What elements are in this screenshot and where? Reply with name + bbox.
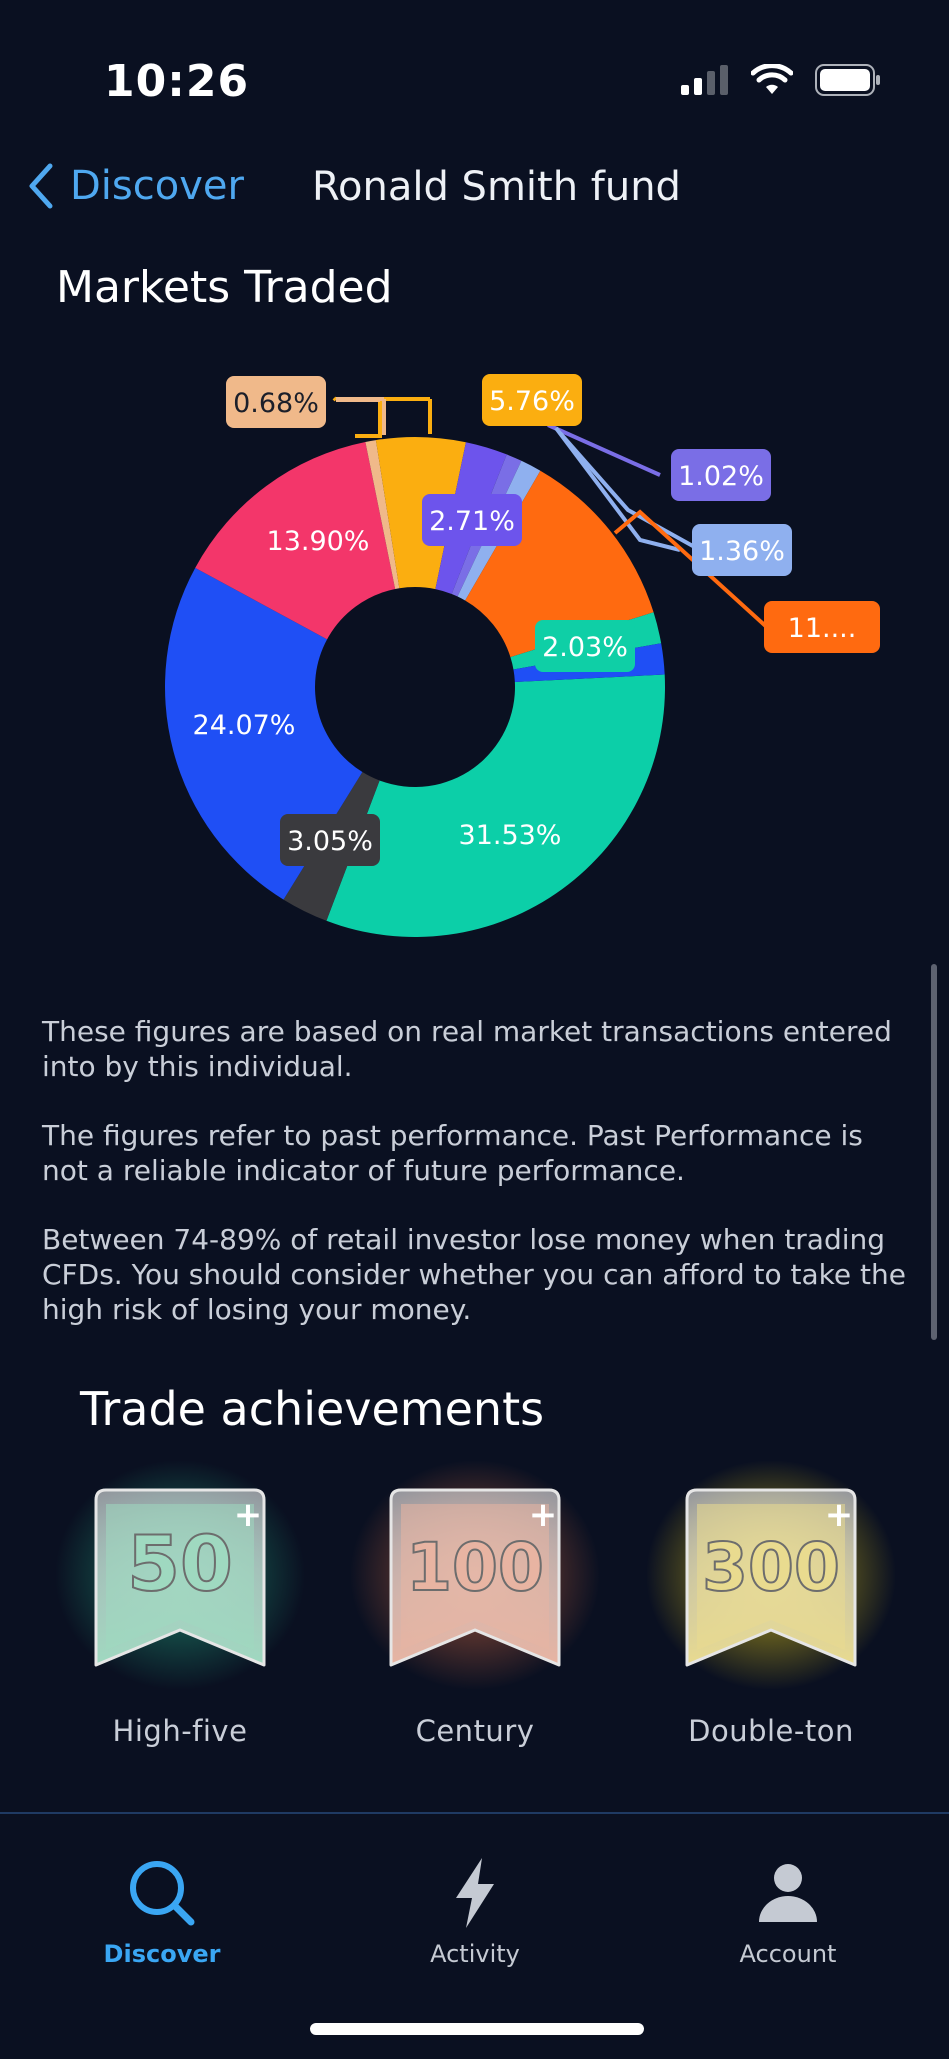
- scroll-indicator[interactable]: [931, 964, 937, 1340]
- svg-text:2.71%: 2.71%: [429, 506, 515, 537]
- leader-line: [355, 400, 382, 438]
- disclaimer-paragraph: Between 74-89% of retail investor lose m…: [42, 1223, 906, 1326]
- badge-label: High-five: [112, 1714, 248, 1748]
- donut-chart-svg: 31.53% 3.05% 24.07% 13.90% 0.68% 5.76% 2.71% 1.…: [164, 374, 880, 937]
- person-icon: [759, 1864, 817, 1922]
- badge-100-icon: + 100: [350, 1460, 600, 1690]
- achievement-badges: + 50 High-five + 100 Century + 300 Doubl…: [0, 1460, 949, 1760]
- badge-number: 300: [702, 1529, 840, 1606]
- markets-traded-title: Markets Traded: [56, 262, 393, 313]
- badge-high-five[interactable]: + 50 High-five: [50, 1460, 310, 1760]
- back-label: Discover: [70, 163, 244, 209]
- trade-achievements-title: Trade achievements: [80, 1382, 545, 1436]
- pie-slice-label: 1.36%: [692, 524, 792, 576]
- pie-slice-label: 1.02%: [671, 449, 771, 501]
- badge-century[interactable]: + 100 Century: [345, 1460, 605, 1760]
- pie-slice-label: 5.76%: [482, 374, 582, 426]
- svg-text:5.76%: 5.76%: [489, 386, 575, 417]
- pie-slice-label: 2.03%: [535, 620, 635, 672]
- page-title: Ronald Smith fund: [312, 164, 681, 210]
- cellular-signal-icon: [681, 65, 728, 95]
- pie-slice-label: 13.90%: [267, 526, 370, 557]
- tab-account[interactable]: Account: [678, 1856, 898, 1968]
- status-bar: 10:26: [0, 0, 949, 160]
- tab-discover[interactable]: Discover: [52, 1856, 272, 1968]
- leader-line: [547, 423, 661, 477]
- disclaimer: These figures are based on real market t…: [42, 1014, 912, 1361]
- pie-slice-label: 24.07%: [193, 710, 296, 741]
- svg-text:31.53%: 31.53%: [459, 820, 562, 851]
- svg-text:24.07%: 24.07%: [193, 710, 296, 741]
- chevron-left-icon: [29, 163, 53, 209]
- svg-text:0.68%: 0.68%: [233, 388, 319, 419]
- svg-text:1.02%: 1.02%: [678, 461, 764, 492]
- badge-number: 50: [127, 1519, 233, 1608]
- pie-slice-label: 31.53%: [459, 820, 562, 851]
- tab-label: Account: [739, 1940, 837, 1968]
- back-button[interactable]: Discover: [26, 162, 244, 210]
- badge-300-icon: + 300: [646, 1460, 896, 1690]
- home-indicator: [310, 2023, 644, 2035]
- search-icon: [130, 1861, 195, 1926]
- navigation-bar: Discover Ronald Smith fund: [0, 150, 949, 226]
- pie-slice-label: 3.05%: [280, 814, 380, 866]
- pie-slice-label: 2.71%: [422, 494, 522, 546]
- svg-text:+: +: [234, 1495, 263, 1535]
- pie-slice-label: 11....: [764, 601, 880, 653]
- badge-50-icon: + 50: [55, 1460, 305, 1690]
- status-time: 10:26: [104, 56, 250, 107]
- pie-slice-label: 0.68%: [226, 376, 326, 428]
- disclaimer-paragraph: The figures refer to past performance. P…: [42, 1119, 863, 1187]
- lightning-icon: [456, 1858, 494, 1928]
- svg-text:2.03%: 2.03%: [542, 632, 628, 663]
- disclaimer-paragraph: These figures are based on real market t…: [42, 1015, 892, 1083]
- wifi-icon: [751, 64, 793, 94]
- battery-icon: [815, 64, 880, 96]
- svg-text:1.36%: 1.36%: [699, 536, 785, 567]
- tab-activity[interactable]: Activity: [365, 1856, 585, 1968]
- badge-number: 100: [406, 1529, 544, 1606]
- badge-double-ton[interactable]: + 300 Double-ton: [641, 1460, 901, 1760]
- badge-label: Double-ton: [688, 1714, 854, 1748]
- svg-text:11....: 11....: [788, 613, 857, 644]
- tab-label: Discover: [103, 1940, 221, 1968]
- tab-label: Activity: [430, 1940, 520, 1968]
- tab-bar: Discover Activity Account: [0, 1812, 949, 2059]
- svg-text:13.90%: 13.90%: [267, 526, 370, 557]
- pie-slice[interactable]: [326, 674, 665, 937]
- leader-line: [332, 396, 338, 402]
- status-icons: [681, 64, 881, 96]
- markets-donut-chart: 31.53% 3.05% 24.07% 13.90% 0.68% 5.76% 2.71% 1.…: [0, 340, 949, 960]
- svg-text:3.05%: 3.05%: [287, 826, 373, 857]
- badge-label: Century: [415, 1714, 535, 1748]
